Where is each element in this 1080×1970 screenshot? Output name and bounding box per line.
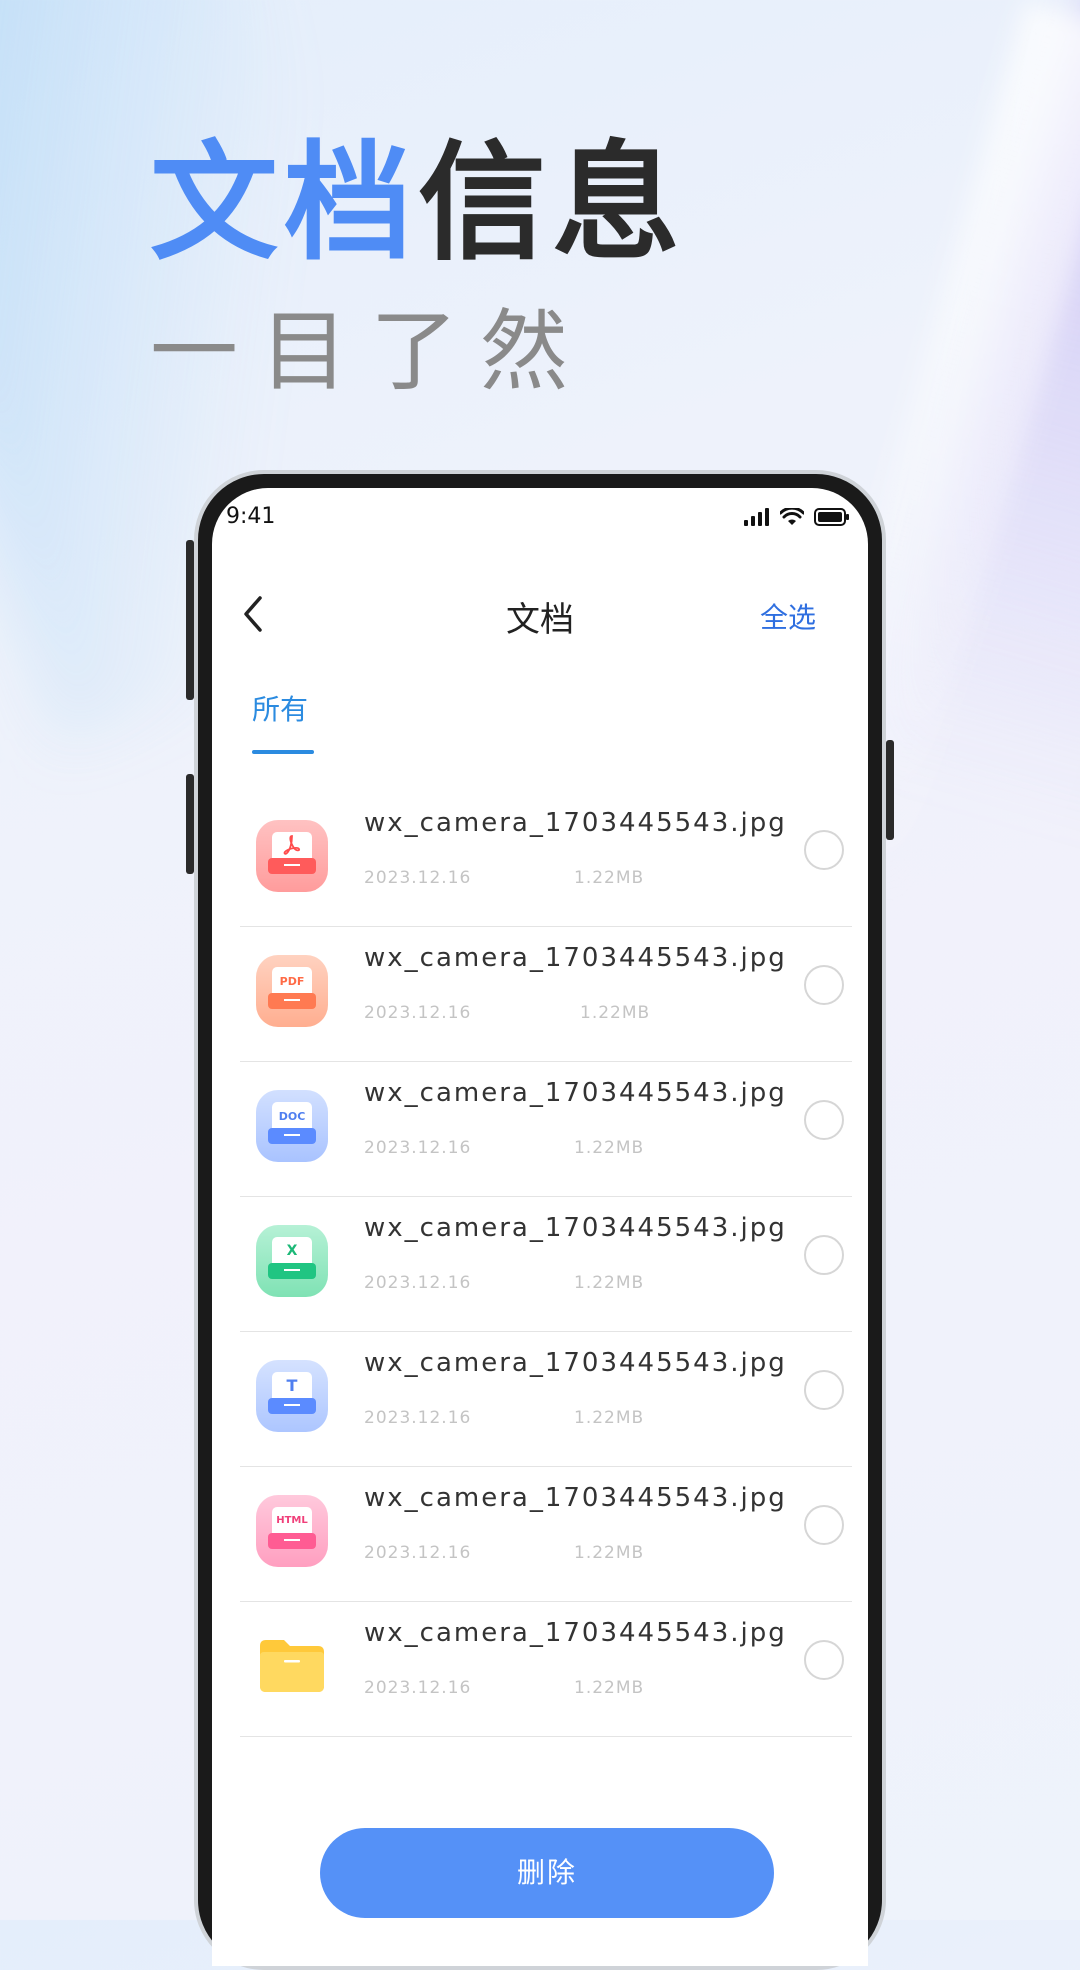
file-list: wx_camera_1703445543.jpg 2023.12.16 1.22… bbox=[240, 792, 852, 1737]
tab-bar: 所有 bbox=[252, 688, 314, 754]
wifi-icon bbox=[780, 508, 804, 525]
file-name: wx_camera_1703445543.jpg bbox=[364, 808, 787, 838]
phone-volume-button bbox=[186, 540, 194, 700]
phone-frame: 9:41 文档 全选 所有 wx_camera_1703445543.jpg 2… bbox=[186, 470, 894, 1970]
file-date: 2023.12.16 bbox=[364, 1273, 472, 1293]
file-type-badge: HTML bbox=[276, 1515, 308, 1526]
tab-active-indicator bbox=[252, 750, 314, 754]
file-type-badge: T bbox=[286, 1376, 298, 1395]
file-size: 1.22MB bbox=[574, 1678, 645, 1698]
file-row[interactable]: DOC wx_camera_1703445543.jpg 2023.12.16 … bbox=[240, 1062, 852, 1197]
file-name: wx_camera_1703445543.jpg bbox=[364, 1483, 787, 1513]
doc-icon: DOC bbox=[256, 1090, 328, 1162]
file-name: wx_camera_1703445543.jpg bbox=[364, 943, 787, 973]
file-name: wx_camera_1703445543.jpg bbox=[364, 1213, 787, 1243]
file-size: 1.22MB bbox=[574, 1138, 645, 1158]
phone-power-button bbox=[886, 740, 894, 840]
file-type-badge: PDF bbox=[279, 975, 305, 988]
file-size: 1.22MB bbox=[574, 1543, 645, 1563]
excel-icon: X bbox=[256, 1225, 328, 1297]
status-time: 9:41 bbox=[226, 504, 276, 529]
file-size: 1.22MB bbox=[574, 1408, 645, 1428]
file-row[interactable]: T wx_camera_1703445543.jpg 2023.12.16 1.… bbox=[240, 1332, 852, 1467]
file-date: 2023.12.16 bbox=[364, 1543, 472, 1563]
promo-subheadline: 一目了然 bbox=[150, 300, 591, 403]
file-select-radio[interactable] bbox=[804, 965, 844, 1005]
file-select-radio[interactable] bbox=[804, 1100, 844, 1140]
phone-screen: 9:41 文档 全选 所有 wx_camera_1703445543.jpg 2… bbox=[212, 488, 868, 1966]
file-type-badge: X bbox=[286, 1243, 298, 1259]
file-row[interactable]: wx_camera_1703445543.jpg 2023.12.16 1.22… bbox=[240, 792, 852, 927]
signal-icon bbox=[744, 508, 769, 526]
file-select-radio[interactable] bbox=[804, 1235, 844, 1275]
file-name: wx_camera_1703445543.jpg bbox=[364, 1078, 787, 1108]
file-row[interactable]: wx_camera_1703445543.jpg 2023.12.16 1.22… bbox=[240, 1602, 852, 1737]
file-date: 2023.12.16 bbox=[364, 1678, 472, 1698]
headline-blue-text: 文档 bbox=[150, 129, 419, 278]
file-name: wx_camera_1703445543.jpg bbox=[364, 1618, 787, 1648]
file-select-radio[interactable] bbox=[804, 830, 844, 870]
pdf-acrobat-icon bbox=[256, 820, 328, 892]
html-icon: HTML bbox=[256, 1495, 328, 1567]
file-date: 2023.12.16 bbox=[364, 1003, 472, 1023]
file-select-radio[interactable] bbox=[804, 1640, 844, 1680]
status-bar: 9:41 bbox=[212, 488, 868, 558]
file-row[interactable]: PDF wx_camera_1703445543.jpg 2023.12.16 … bbox=[240, 927, 852, 1062]
file-row[interactable]: X wx_camera_1703445543.jpg 2023.12.16 1.… bbox=[240, 1197, 852, 1332]
file-type-badge: DOC bbox=[278, 1110, 306, 1123]
file-select-radio[interactable] bbox=[804, 1505, 844, 1545]
pdf-icon: PDF bbox=[256, 955, 328, 1027]
file-name: wx_camera_1703445543.jpg bbox=[364, 1348, 787, 1378]
file-size: 1.22MB bbox=[574, 1273, 645, 1293]
navigation-bar: 文档 全选 bbox=[212, 578, 868, 648]
tab-all[interactable]: 所有 bbox=[252, 688, 314, 728]
file-select-radio[interactable] bbox=[804, 1370, 844, 1410]
battery-icon bbox=[814, 508, 849, 526]
promo-headline: 文档信息 bbox=[150, 140, 686, 268]
file-date: 2023.12.16 bbox=[364, 868, 472, 888]
delete-button[interactable]: 删除 bbox=[320, 1828, 774, 1918]
file-size: 1.22MB bbox=[574, 868, 645, 888]
file-date: 2023.12.16 bbox=[364, 1408, 472, 1428]
file-size: 1.22MB bbox=[580, 1003, 651, 1023]
file-row[interactable]: HTML wx_camera_1703445543.jpg 2023.12.16… bbox=[240, 1467, 852, 1602]
status-icons bbox=[744, 508, 850, 526]
phone-side-button bbox=[186, 774, 194, 874]
file-date: 2023.12.16 bbox=[364, 1138, 472, 1158]
select-all-button[interactable]: 全选 bbox=[760, 596, 816, 636]
headline-dark-text: 信息 bbox=[418, 129, 687, 278]
text-icon: T bbox=[256, 1360, 328, 1432]
folder-icon bbox=[256, 1630, 328, 1702]
